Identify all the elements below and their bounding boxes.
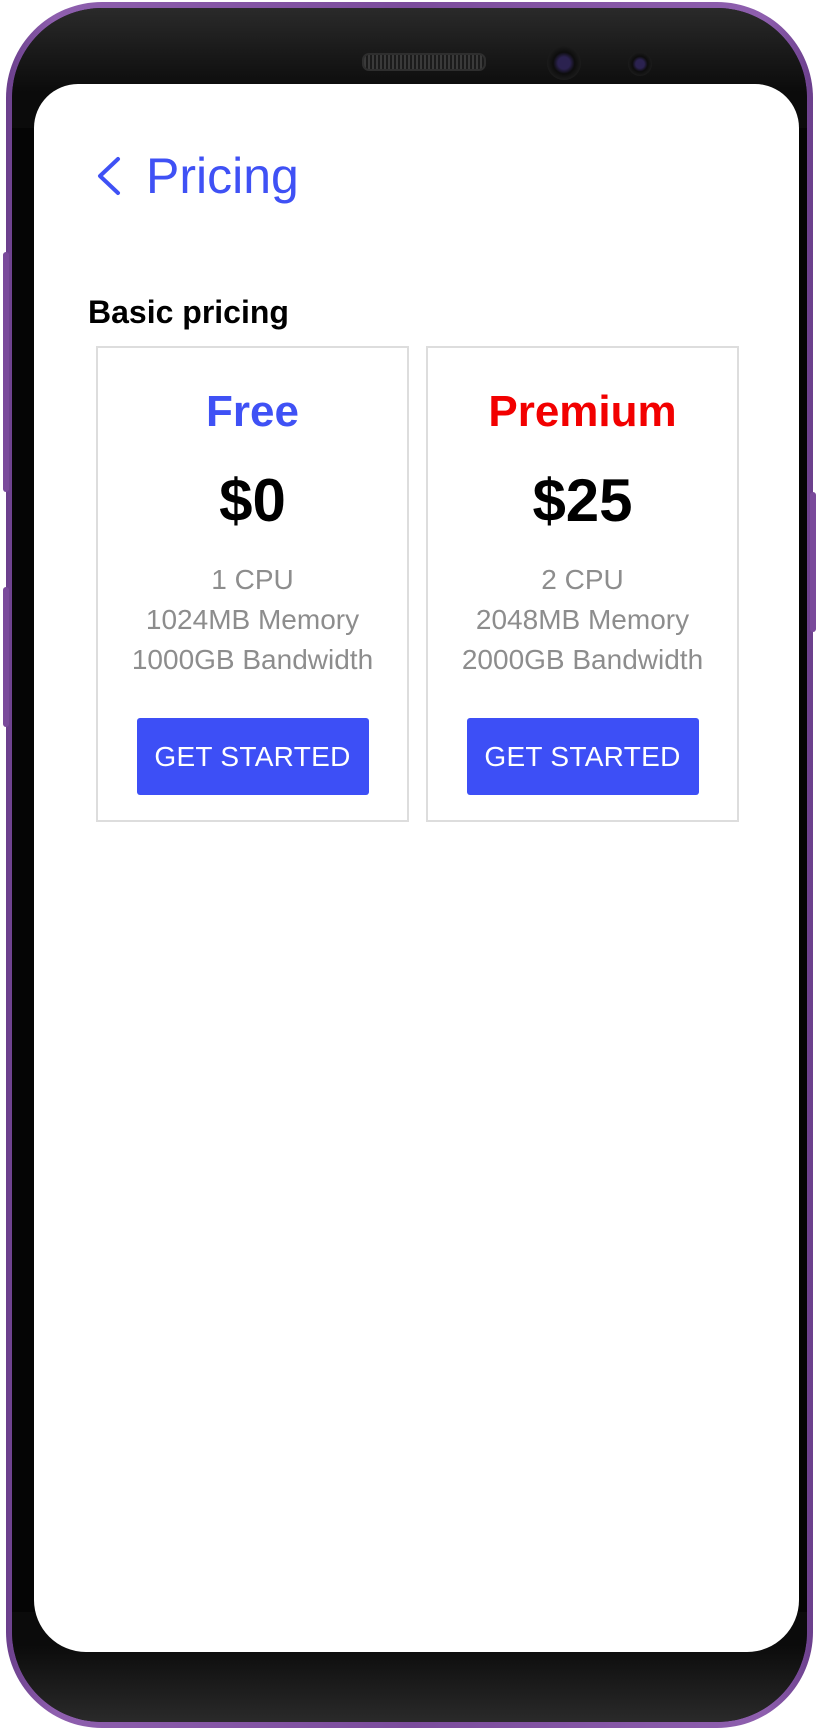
phone-frame: Pricing Basic pricing Free $0 1 CPU 1024… [3, 2, 816, 1728]
pricing-card-premium: Premium $25 2 CPU 2048MB Memory 2000GB B… [426, 346, 739, 822]
feature-item: 2000GB Bandwidth [461, 644, 704, 675]
front-camera [547, 46, 581, 80]
get-started-button[interactable]: GET STARTED [136, 718, 369, 795]
chevron-left-icon[interactable] [94, 156, 124, 196]
plan-price: $0 [219, 467, 286, 534]
sensor [628, 52, 652, 76]
header: Pricing [94, 146, 299, 206]
app-screen: Pricing Basic pricing Free $0 1 CPU 1024… [34, 84, 799, 1652]
pricing-cards: Free $0 1 CPU 1024MB Memory 1000GB Bandw… [96, 346, 739, 822]
earpiece-speaker [362, 53, 486, 71]
page-title: Pricing [146, 148, 299, 204]
plan-name: Premium [488, 387, 677, 436]
feature-item: 2048MB Memory [475, 604, 690, 635]
feature-item: 1024MB Memory [145, 604, 360, 635]
get-started-button[interactable]: GET STARTED [466, 718, 699, 795]
plan-price: $25 [532, 467, 633, 534]
pricing-card-free: Free $0 1 CPU 1024MB Memory 1000GB Bandw… [96, 346, 409, 822]
feature-list: 1 CPU 1024MB Memory 1000GB Bandwidth [132, 560, 373, 680]
volume-button [3, 587, 9, 727]
feature-list: 2 CPU 2048MB Memory 2000GB Bandwidth [462, 560, 703, 680]
feature-item: 1 CPU [211, 564, 294, 595]
feature-item: 1000GB Bandwidth [131, 644, 374, 675]
plan-name: Free [206, 387, 299, 436]
power-button [3, 252, 9, 492]
feature-item: 2 CPU [541, 564, 624, 595]
section-label: Basic pricing [88, 294, 289, 330]
side-key [810, 492, 816, 632]
